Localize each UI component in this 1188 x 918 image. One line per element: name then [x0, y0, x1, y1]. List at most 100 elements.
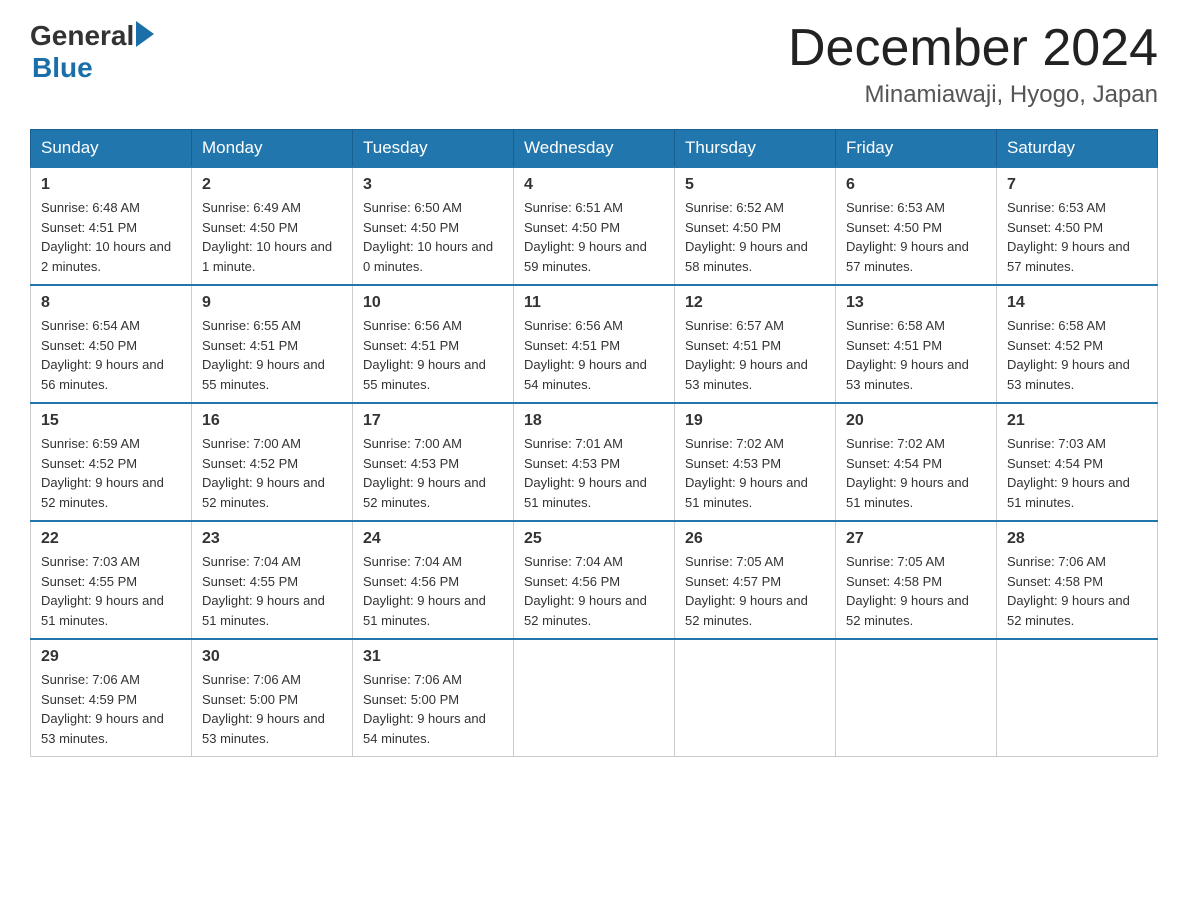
day-info: Sunrise: 7:05 AMSunset: 4:57 PMDaylight:…	[685, 552, 825, 630]
calendar-cell: 15 Sunrise: 6:59 AMSunset: 4:52 PMDaylig…	[31, 403, 192, 521]
day-info: Sunrise: 7:00 AMSunset: 4:52 PMDaylight:…	[202, 434, 342, 512]
day-number: 22	[41, 530, 181, 548]
day-number: 2	[202, 176, 342, 194]
day-number: 8	[41, 294, 181, 312]
day-info: Sunrise: 6:56 AMSunset: 4:51 PMDaylight:…	[524, 316, 664, 394]
calendar-cell: 30 Sunrise: 7:06 AMSunset: 5:00 PMDaylig…	[192, 639, 353, 757]
day-number: 6	[846, 176, 986, 194]
calendar-cell: 6 Sunrise: 6:53 AMSunset: 4:50 PMDayligh…	[836, 167, 997, 285]
calendar-header-tuesday: Tuesday	[353, 130, 514, 168]
day-info: Sunrise: 6:59 AMSunset: 4:52 PMDaylight:…	[41, 434, 181, 512]
day-info: Sunrise: 6:58 AMSunset: 4:51 PMDaylight:…	[846, 316, 986, 394]
calendar-cell: 7 Sunrise: 6:53 AMSunset: 4:50 PMDayligh…	[997, 167, 1158, 285]
day-info: Sunrise: 6:54 AMSunset: 4:50 PMDaylight:…	[41, 316, 181, 394]
calendar-cell	[997, 639, 1158, 757]
day-info: Sunrise: 7:04 AMSunset: 4:56 PMDaylight:…	[524, 552, 664, 630]
calendar-cell: 8 Sunrise: 6:54 AMSunset: 4:50 PMDayligh…	[31, 285, 192, 403]
day-number: 10	[363, 294, 503, 312]
calendar-cell: 26 Sunrise: 7:05 AMSunset: 4:57 PMDaylig…	[675, 521, 836, 639]
calendar-cell	[675, 639, 836, 757]
calendar-cell: 18 Sunrise: 7:01 AMSunset: 4:53 PMDaylig…	[514, 403, 675, 521]
logo-general-text: General	[30, 20, 134, 52]
calendar-cell: 14 Sunrise: 6:58 AMSunset: 4:52 PMDaylig…	[997, 285, 1158, 403]
day-info: Sunrise: 7:06 AMSunset: 4:58 PMDaylight:…	[1007, 552, 1147, 630]
day-number: 18	[524, 412, 664, 430]
day-number: 4	[524, 176, 664, 194]
logo-arrow-icon	[136, 21, 154, 47]
calendar-cell: 20 Sunrise: 7:02 AMSunset: 4:54 PMDaylig…	[836, 403, 997, 521]
day-number: 16	[202, 412, 342, 430]
logo: General Blue	[30, 20, 154, 84]
calendar-cell: 13 Sunrise: 6:58 AMSunset: 4:51 PMDaylig…	[836, 285, 997, 403]
day-info: Sunrise: 7:03 AMSunset: 4:55 PMDaylight:…	[41, 552, 181, 630]
day-number: 27	[846, 530, 986, 548]
day-info: Sunrise: 7:06 AMSunset: 5:00 PMDaylight:…	[363, 670, 503, 748]
day-info: Sunrise: 7:00 AMSunset: 4:53 PMDaylight:…	[363, 434, 503, 512]
day-info: Sunrise: 7:06 AMSunset: 4:59 PMDaylight:…	[41, 670, 181, 748]
calendar-cell: 27 Sunrise: 7:05 AMSunset: 4:58 PMDaylig…	[836, 521, 997, 639]
day-number: 12	[685, 294, 825, 312]
title-section: December 2024 Minamiawaji, Hyogo, Japan	[788, 20, 1158, 109]
calendar-cell: 31 Sunrise: 7:06 AMSunset: 5:00 PMDaylig…	[353, 639, 514, 757]
day-number: 17	[363, 412, 503, 430]
day-info: Sunrise: 7:05 AMSunset: 4:58 PMDaylight:…	[846, 552, 986, 630]
calendar-cell: 19 Sunrise: 7:02 AMSunset: 4:53 PMDaylig…	[675, 403, 836, 521]
calendar-cell	[514, 639, 675, 757]
calendar-body: 1 Sunrise: 6:48 AMSunset: 4:51 PMDayligh…	[31, 167, 1158, 757]
calendar-header-sunday: Sunday	[31, 130, 192, 168]
day-info: Sunrise: 7:03 AMSunset: 4:54 PMDaylight:…	[1007, 434, 1147, 512]
day-number: 24	[363, 530, 503, 548]
calendar-week-row: 1 Sunrise: 6:48 AMSunset: 4:51 PMDayligh…	[31, 167, 1158, 285]
calendar-cell: 23 Sunrise: 7:04 AMSunset: 4:55 PMDaylig…	[192, 521, 353, 639]
calendar-header-saturday: Saturday	[997, 130, 1158, 168]
calendar-cell	[836, 639, 997, 757]
calendar-cell: 24 Sunrise: 7:04 AMSunset: 4:56 PMDaylig…	[353, 521, 514, 639]
day-info: Sunrise: 7:02 AMSunset: 4:53 PMDaylight:…	[685, 434, 825, 512]
day-number: 20	[846, 412, 986, 430]
day-info: Sunrise: 6:50 AMSunset: 4:50 PMDaylight:…	[363, 198, 503, 276]
day-number: 25	[524, 530, 664, 548]
day-number: 5	[685, 176, 825, 194]
calendar-week-row: 15 Sunrise: 6:59 AMSunset: 4:52 PMDaylig…	[31, 403, 1158, 521]
calendar-cell: 17 Sunrise: 7:00 AMSunset: 4:53 PMDaylig…	[353, 403, 514, 521]
day-info: Sunrise: 7:02 AMSunset: 4:54 PMDaylight:…	[846, 434, 986, 512]
calendar-cell: 11 Sunrise: 6:56 AMSunset: 4:51 PMDaylig…	[514, 285, 675, 403]
day-info: Sunrise: 6:55 AMSunset: 4:51 PMDaylight:…	[202, 316, 342, 394]
day-number: 21	[1007, 412, 1147, 430]
calendar-cell: 3 Sunrise: 6:50 AMSunset: 4:50 PMDayligh…	[353, 167, 514, 285]
calendar-table: SundayMondayTuesdayWednesdayThursdayFrid…	[30, 129, 1158, 757]
day-number: 15	[41, 412, 181, 430]
day-number: 9	[202, 294, 342, 312]
calendar-cell: 9 Sunrise: 6:55 AMSunset: 4:51 PMDayligh…	[192, 285, 353, 403]
day-number: 30	[202, 648, 342, 666]
calendar-cell: 28 Sunrise: 7:06 AMSunset: 4:58 PMDaylig…	[997, 521, 1158, 639]
calendar-cell: 10 Sunrise: 6:56 AMSunset: 4:51 PMDaylig…	[353, 285, 514, 403]
calendar-header-wednesday: Wednesday	[514, 130, 675, 168]
day-number: 19	[685, 412, 825, 430]
day-number: 31	[363, 648, 503, 666]
calendar-cell: 2 Sunrise: 6:49 AMSunset: 4:50 PMDayligh…	[192, 167, 353, 285]
day-number: 29	[41, 648, 181, 666]
calendar-subtitle: Minamiawaji, Hyogo, Japan	[788, 81, 1158, 109]
day-info: Sunrise: 6:52 AMSunset: 4:50 PMDaylight:…	[685, 198, 825, 276]
day-info: Sunrise: 6:53 AMSunset: 4:50 PMDaylight:…	[846, 198, 986, 276]
calendar-cell: 16 Sunrise: 7:00 AMSunset: 4:52 PMDaylig…	[192, 403, 353, 521]
calendar-title: December 2024	[788, 20, 1158, 77]
calendar-header-thursday: Thursday	[675, 130, 836, 168]
day-info: Sunrise: 6:49 AMSunset: 4:50 PMDaylight:…	[202, 198, 342, 276]
calendar-cell: 12 Sunrise: 6:57 AMSunset: 4:51 PMDaylig…	[675, 285, 836, 403]
day-number: 14	[1007, 294, 1147, 312]
calendar-cell: 1 Sunrise: 6:48 AMSunset: 4:51 PMDayligh…	[31, 167, 192, 285]
day-number: 26	[685, 530, 825, 548]
page-header: General Blue December 2024 Minamiawaji, …	[30, 20, 1158, 109]
day-info: Sunrise: 7:04 AMSunset: 4:56 PMDaylight:…	[363, 552, 503, 630]
calendar-cell: 22 Sunrise: 7:03 AMSunset: 4:55 PMDaylig…	[31, 521, 192, 639]
day-number: 3	[363, 176, 503, 194]
day-info: Sunrise: 7:01 AMSunset: 4:53 PMDaylight:…	[524, 434, 664, 512]
day-number: 7	[1007, 176, 1147, 194]
calendar-header-monday: Monday	[192, 130, 353, 168]
day-info: Sunrise: 6:57 AMSunset: 4:51 PMDaylight:…	[685, 316, 825, 394]
calendar-header-friday: Friday	[836, 130, 997, 168]
day-info: Sunrise: 6:53 AMSunset: 4:50 PMDaylight:…	[1007, 198, 1147, 276]
calendar-cell: 21 Sunrise: 7:03 AMSunset: 4:54 PMDaylig…	[997, 403, 1158, 521]
